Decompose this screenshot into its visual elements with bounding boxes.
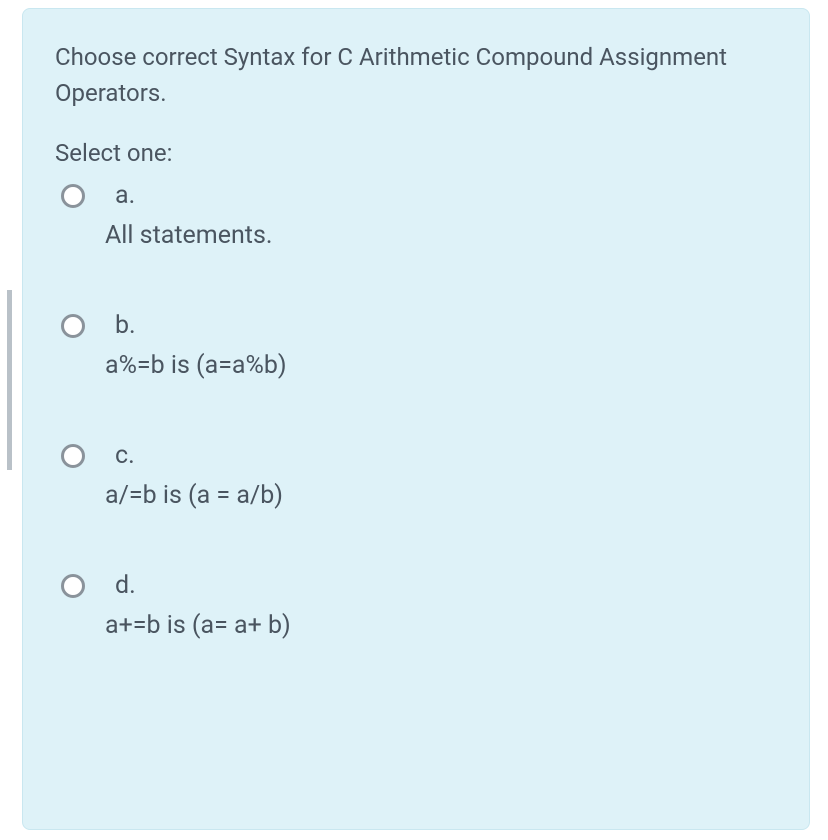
option-b-text: a%=b is (a=a%b) (105, 348, 777, 383)
option-c: c. a/=b is (a = a/b) (61, 441, 777, 513)
option-d-text: a+=b is (a= a+ b) (105, 608, 777, 643)
question-card: Choose correct Syntax for C Arithmetic C… (22, 8, 810, 830)
radio-option-d[interactable] (61, 574, 85, 598)
option-a: a. All statements. (61, 181, 777, 253)
radio-option-c[interactable] (61, 444, 85, 468)
radio-option-b[interactable] (61, 314, 85, 338)
option-d-header: d. (61, 571, 777, 600)
option-d-letter: d. (115, 571, 136, 600)
option-d: d. a+=b is (a= a+ b) (61, 571, 777, 643)
option-b-letter: b. (115, 311, 136, 340)
option-a-header: a. (61, 181, 777, 210)
option-c-header: c. (61, 441, 777, 470)
radio-option-a[interactable] (61, 184, 85, 208)
select-one-label: Select one: (55, 139, 777, 167)
option-a-letter: a. (115, 181, 135, 210)
question-text: Choose correct Syntax for C Arithmetic C… (55, 39, 777, 111)
option-a-text: All statements. (105, 218, 777, 253)
options-group: a. All statements. b. a%=b is (a=a%b) c.… (55, 181, 777, 643)
page-side-marker (7, 290, 12, 470)
option-b: b. a%=b is (a=a%b) (61, 311, 777, 383)
option-c-text: a/=b is (a = a/b) (105, 478, 777, 513)
option-c-letter: c. (115, 441, 135, 470)
option-b-header: b. (61, 311, 777, 340)
